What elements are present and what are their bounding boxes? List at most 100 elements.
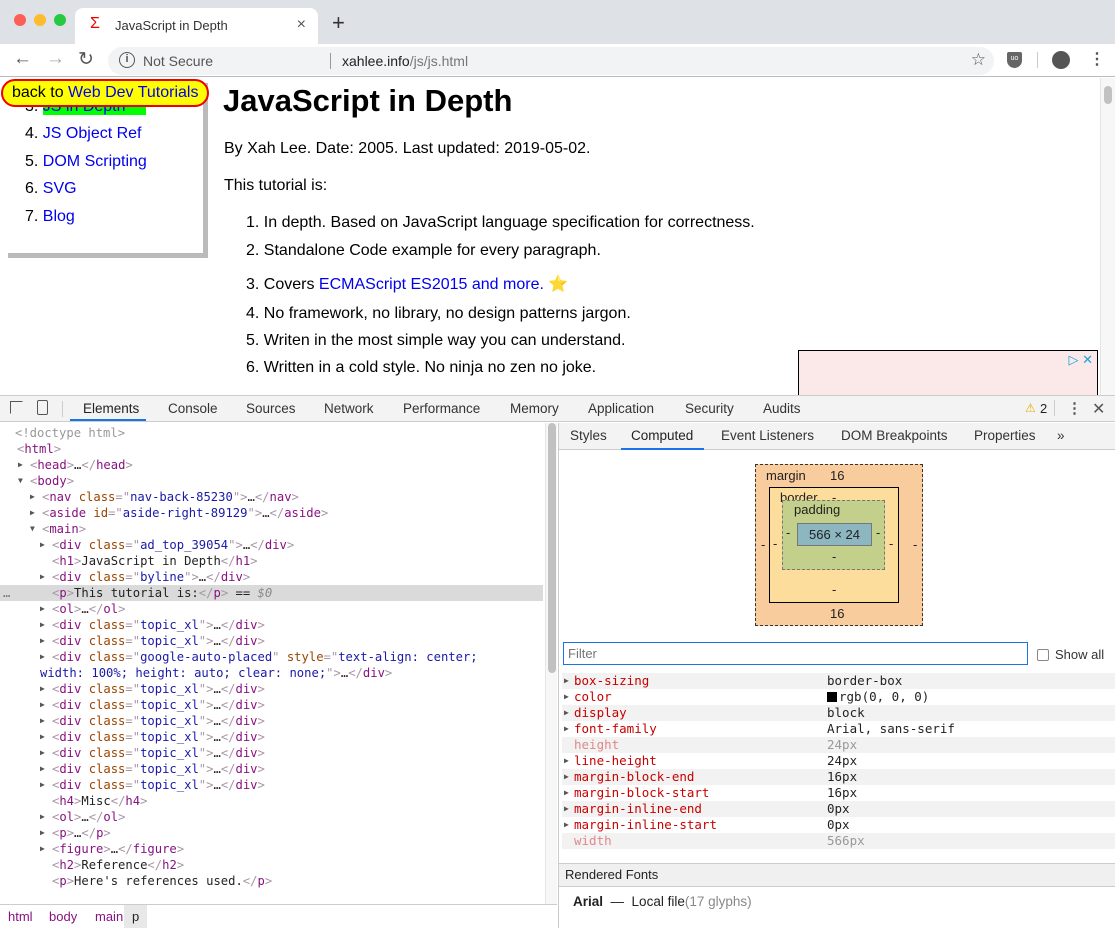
dom-node-line[interactable]: ▶ <div class="topic_xl">…</div> <box>0 697 543 713</box>
close-devtools-icon[interactable]: ✕ <box>1092 399 1105 419</box>
expand-triangle-icon[interactable]: ▶ <box>564 689 569 705</box>
maximize-window-button[interactable] <box>54 14 66 26</box>
expand-triangle-icon[interactable]: ▶ <box>40 761 45 777</box>
computed-property-row[interactable]: height 24px <box>562 737 1115 753</box>
expand-triangle-icon[interactable]: ▶ <box>30 489 35 505</box>
dom-node-line[interactable]: ▶ <nav class="nav-back-85230">…</nav> <box>0 489 543 505</box>
tab-network[interactable]: Network <box>324 401 374 416</box>
tab-performance[interactable]: Performance <box>403 401 480 416</box>
dom-node-line[interactable]: <h4>Misc</h4> <box>0 793 543 809</box>
bookmark-star-icon[interactable]: ☆ <box>971 50 986 70</box>
tab-security[interactable]: Security <box>685 401 734 416</box>
margin-left-value[interactable]: - <box>761 537 765 552</box>
expand-triangle-icon[interactable]: ▶ <box>564 785 569 801</box>
ad-banner[interactable]: ▷ ✕ <box>798 350 1098 395</box>
expand-triangle-icon[interactable]: ▶ <box>40 617 45 633</box>
breadcrumb-p[interactable]: p <box>124 905 148 928</box>
breadcrumb-body[interactable]: body <box>49 909 77 924</box>
dom-node-line[interactable]: ▶ <div class="topic_xl">…</div> <box>0 713 543 729</box>
rendered-fonts-header[interactable]: Rendered Fonts <box>559 863 1115 887</box>
computed-property-row[interactable]: ▶ margin-inline-end 0px <box>562 801 1115 817</box>
dom-node-line[interactable]: ▶ <div class="topic_xl">…</div> <box>0 777 543 793</box>
computed-property-row[interactable]: ▶ display block <box>562 705 1115 721</box>
dom-node-line[interactable]: <h2>Reference</h2> <box>0 857 543 873</box>
expand-triangle-icon[interactable]: ▶ <box>40 745 45 761</box>
color-swatch-icon[interactable] <box>827 692 837 702</box>
border-right-value[interactable]: - <box>889 536 893 551</box>
computed-property-row[interactable]: ▶ box-sizing border-box <box>562 673 1115 689</box>
adchoices-close-icon[interactable]: ▷ ✕ <box>1068 352 1093 368</box>
expand-triangle-icon[interactable]: ▶ <box>40 729 45 745</box>
dom-node-line[interactable]: ▶ <figure>…</figure> <box>0 841 543 857</box>
web-dev-tutorials-link[interactable]: Web Dev Tutorials <box>68 84 198 101</box>
expand-triangle-icon[interactable]: ▶ <box>40 809 45 825</box>
device-toolbar-icon[interactable] <box>37 400 48 415</box>
tab-dom-breakpoints[interactable]: DOM Breakpoints <box>841 428 948 443</box>
expand-triangle-icon[interactable]: ▶ <box>564 753 569 769</box>
warning-icon[interactable]: ⚠ <box>1025 401 1036 415</box>
margin-bottom-value[interactable]: 16 <box>830 606 844 621</box>
dom-node-line[interactable]: <!doctype html> <box>0 425 543 441</box>
tab-properties[interactable]: Properties <box>974 428 1036 443</box>
warning-count[interactable]: 2 <box>1040 401 1047 416</box>
close-window-button[interactable] <box>14 14 26 26</box>
expand-triangle-icon[interactable]: ▶ <box>30 505 35 521</box>
scrollbar-thumb[interactable] <box>548 423 556 673</box>
more-menu-icon[interactable]: ⋮ <box>1089 49 1105 69</box>
expand-triangle-icon[interactable]: ▶ <box>40 633 45 649</box>
dom-node-line[interactable]: ▶ <ol>…</ol> <box>0 809 543 825</box>
security-label[interactable]: Not Secure <box>143 53 213 69</box>
tab-event-listeners[interactable]: Event Listeners <box>721 428 814 443</box>
dom-node-line[interactable]: ▼ <body> <box>0 473 543 489</box>
expand-triangle-icon[interactable]: ▶ <box>40 569 45 585</box>
elements-tree[interactable]: <!doctype html> <html> ▶ <head>…</head> ▼ <bo… <box>0 423 557 904</box>
nav-link-svg[interactable]: SVG <box>43 180 77 197</box>
dom-node-line[interactable]: ▶ <div class="byline">…</div> <box>0 569 543 585</box>
nav-link-js-object-ref[interactable]: JS Object Ref <box>43 125 142 142</box>
tab-audits[interactable]: Audits <box>763 401 801 416</box>
box-model-padding[interactable]: padding - - - 566 × 24 <box>782 500 885 570</box>
box-model-content[interactable]: 566 × 24 <box>797 523 872 546</box>
checkbox-icon[interactable] <box>1037 649 1049 661</box>
nav-item[interactable]: 4. JS Object Ref <box>25 125 142 143</box>
address-bar[interactable]: i Not Secure xahlee.info/js/js.html ☆ <box>108 47 994 75</box>
computed-property-row[interactable]: ▶ margin-inline-start 0px <box>562 817 1115 833</box>
dom-node-line[interactable]: ▶ <div class="google-auto-placed" style="… <box>0 649 543 665</box>
computed-property-row[interactable]: width 566px <box>562 833 1115 849</box>
expand-triangle-icon[interactable]: ▶ <box>40 537 45 553</box>
box-model-margin[interactable]: margin 16 16 - - border - - - - padding … <box>755 464 923 626</box>
tab-application[interactable]: Application <box>588 401 654 416</box>
dom-node-line[interactable]: ▶ <div class="topic_xl">…</div> <box>0 745 543 761</box>
devtools-menu-icon[interactable]: ⋮ <box>1067 399 1082 417</box>
ecmascript-link[interactable]: ECMAScript ES2015 and more. <box>319 276 544 293</box>
close-tab-icon[interactable]: × <box>297 16 306 34</box>
dom-node-line[interactable]: ▶ <div class="topic_xl">…</div> <box>0 617 543 633</box>
info-icon[interactable]: i <box>119 52 135 68</box>
expand-triangle-icon[interactable]: ▶ <box>18 457 23 473</box>
collapse-triangle-icon[interactable]: ▼ <box>30 521 35 537</box>
border-left-value[interactable]: - <box>773 536 777 551</box>
dom-node-line[interactable]: ▶ <head>…</head> <box>0 457 543 473</box>
margin-top-value[interactable]: 16 <box>830 468 844 483</box>
scrollbar-thumb[interactable] <box>1104 86 1112 104</box>
inspect-element-icon[interactable] <box>10 401 23 414</box>
dom-node-line[interactable]: ▶ <aside id="aside-right-89129">…</aside> <box>0 505 543 521</box>
computed-property-row[interactable]: ▶ font-family Arial, sans-serif <box>562 721 1115 737</box>
nav-item[interactable]: 5. DOM Scripting <box>25 153 147 171</box>
computed-property-row[interactable]: ▶ margin-block-end 16px <box>562 769 1115 785</box>
node-actions-icon[interactable]: … <box>3 585 10 601</box>
padding-left-value[interactable]: - <box>786 525 790 540</box>
dom-node-line[interactable]: ▶ <div class="topic_xl">…</div> <box>0 761 543 777</box>
reload-icon[interactable]: ↻ <box>78 48 94 71</box>
show-all-checkbox[interactable]: Show all <box>1037 647 1104 662</box>
profile-avatar-icon[interactable] <box>1052 51 1070 69</box>
back-arrow-icon[interactable]: ← <box>13 48 32 70</box>
tab-memory[interactable]: Memory <box>510 401 559 416</box>
forward-arrow-icon[interactable]: → <box>46 48 65 70</box>
dom-node-line[interactable]: ▶ <div class="ad_top_39054">…</div> <box>0 537 543 553</box>
tab-computed[interactable]: Computed <box>631 428 693 443</box>
expand-triangle-icon[interactable]: ▶ <box>564 769 569 785</box>
new-tab-button[interactable]: + <box>332 10 345 36</box>
expand-triangle-icon[interactable]: ▶ <box>564 801 569 817</box>
computed-property-row[interactable]: ▶ margin-block-start 16px <box>562 785 1115 801</box>
